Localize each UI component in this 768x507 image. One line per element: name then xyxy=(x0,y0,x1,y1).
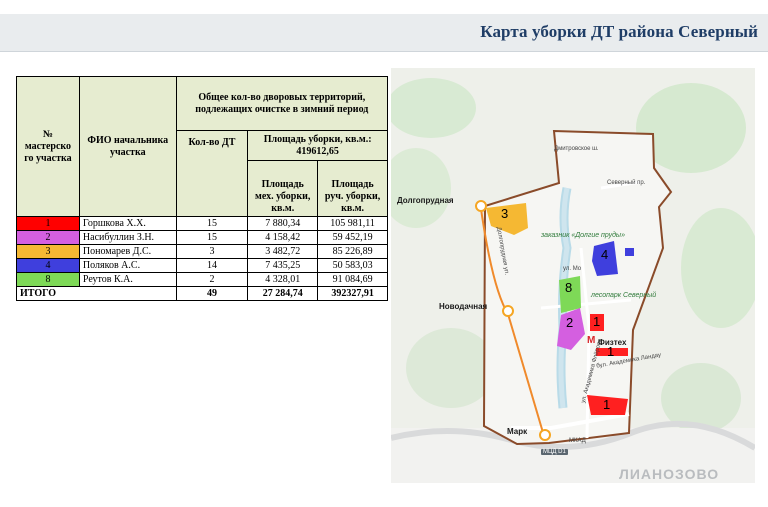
table-row: 4 Поляков А.С. 14 7 435,25 50 583,03 xyxy=(16,258,388,273)
row-manual: 50 583,03 xyxy=(317,258,388,273)
row-mech: 7 880,34 xyxy=(247,216,319,231)
page-title: Карта уборки ДТ района Северный xyxy=(480,22,758,41)
cleaning-table: № мастерско го участка ФИО начальника уч… xyxy=(16,76,389,301)
row-mech: 4 328,01 xyxy=(247,272,319,287)
header-num: № мастерско го участка xyxy=(16,76,80,217)
row-name: Горшкова Х.Х. xyxy=(78,216,177,231)
station-mark: Марк xyxy=(507,427,528,436)
zone-1-label-c: 1 xyxy=(603,397,611,412)
header-area: Площадь уборки, кв.м.: 419612,65 xyxy=(247,130,388,161)
station-dolgoprudnaya: Долгопрудная xyxy=(397,196,454,205)
row-manual: 59 452,19 xyxy=(317,230,388,245)
row-name: Пономарев Д.С. xyxy=(78,244,177,259)
total-label: ИТОГО xyxy=(16,286,177,301)
row-num: 3 xyxy=(16,244,80,259)
zone-2-label: 2 xyxy=(566,315,574,330)
header-count: Кол-во ДТ xyxy=(175,130,249,217)
header-fio: ФИО начальника участка xyxy=(78,76,177,217)
zone-3-label: 3 xyxy=(501,206,509,221)
station-novodachnaya: Новодачная xyxy=(439,302,488,311)
row-count: 15 xyxy=(175,230,249,245)
total-mech: 27 284,74 xyxy=(247,286,319,301)
row-num: 4 xyxy=(16,258,80,273)
row-num: 1 xyxy=(16,216,80,231)
row-mech: 3 482,72 xyxy=(247,244,319,259)
zone-4-label: 4 xyxy=(601,247,609,262)
table-row: 3 Пономарев Д.С. 3 3 482,72 85 226,89 xyxy=(16,244,388,259)
row-mech: 4 158,42 xyxy=(247,230,319,245)
district-map: Долгопрудная Новодачная Марк 3 4 8 2 1 1… xyxy=(391,68,755,483)
row-name: Реутов К.А. xyxy=(78,272,177,287)
header-mech: Площадь мех. уборки, кв.м. xyxy=(247,160,319,217)
header-group: Общее кол-во дворовых территорий, подлеж… xyxy=(175,76,389,131)
table-row: 8 Реутов К.А. 2 4 328,01 91 084,69 xyxy=(16,272,388,287)
row-mech: 7 435,25 xyxy=(247,258,319,273)
row-manual: 85 226,89 xyxy=(317,244,388,259)
header-band: Карта уборки ДТ района Северный xyxy=(0,14,768,52)
total-manual: 392327,91 xyxy=(317,286,388,301)
row-name: Насибуллин З.Н. xyxy=(78,230,177,245)
district-label: ЛИАНОЗОВО xyxy=(619,466,720,482)
table-row: 1 Горшкова Х.Х. 15 7 880,34 105 981,11 xyxy=(16,216,388,231)
row-count: 3 xyxy=(175,244,249,259)
table-total-row: ИТОГО 49 27 284,74 392327,91 xyxy=(16,286,388,301)
street-label: Северный пр. xyxy=(607,180,646,186)
row-name: Поляков А.С. xyxy=(78,258,177,273)
row-num: 2 xyxy=(16,230,80,245)
street-label: МКАД xyxy=(569,438,586,444)
row-manual: 105 981,11 xyxy=(317,216,388,231)
zone-1-label-a: 1 xyxy=(593,314,601,329)
row-count: 2 xyxy=(175,272,249,287)
street-label: Дмитровское ш. xyxy=(554,146,599,152)
forest-label: лесопарк Северный xyxy=(591,292,657,299)
row-num: 8 xyxy=(16,272,80,287)
row-count: 14 xyxy=(175,258,249,273)
row-count: 15 xyxy=(175,216,249,231)
header-manual: Площадь руч. уборки, кв.м. xyxy=(317,160,388,217)
total-count: 49 xyxy=(175,286,249,301)
metro-icon: М xyxy=(587,335,596,346)
zone-8-label: 8 xyxy=(565,280,573,295)
row-manual: 91 084,69 xyxy=(317,272,388,287)
reserve-label: заказник «Долгие пруды» xyxy=(541,232,625,239)
street-label: ул. Мо xyxy=(563,266,582,272)
mcd-badge: МЦД D1 xyxy=(541,449,568,455)
table-row: 2 Насибуллин З.Н. 15 4 158,42 59 452,19 xyxy=(16,230,388,245)
map-graphic xyxy=(391,68,755,483)
